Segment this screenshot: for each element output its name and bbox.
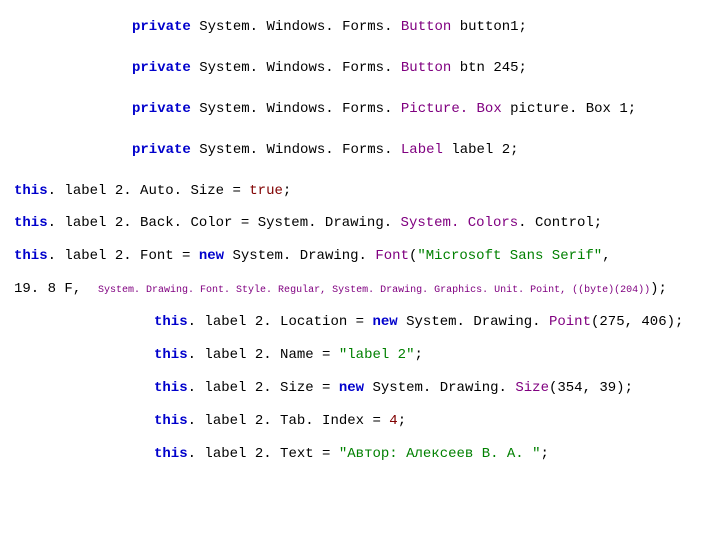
stmt-backcolor: this. label 2. Back. Color = System. Dra… (14, 214, 706, 233)
stmt-location: this. label 2. Location = new System. Dr… (14, 313, 706, 332)
stmt-font: this. label 2. Font = new System. Drawin… (14, 247, 706, 266)
label2-properties-1: this. label 2. Auto. Size = true; this. … (14, 182, 706, 300)
decl-picturebox1: private System. Windows. Forms. Picture.… (14, 100, 706, 119)
stmt-text: this. label 2. Text = "Автор: Алексеев В… (14, 445, 706, 464)
stmt-autosize: this. label 2. Auto. Size = true; (14, 182, 706, 201)
stmt-name: this. label 2. Name = "label 2"; (14, 346, 706, 365)
field-declarations: private System. Windows. Forms. Button b… (14, 18, 706, 160)
stmt-size: this. label 2. Size = new System. Drawin… (14, 379, 706, 398)
label2-properties-2: this. label 2. Location = new System. Dr… (14, 313, 706, 463)
stmt-font-cont: 19. 8 F, System. Drawing. Font. Style. R… (14, 280, 706, 299)
decl-button1: private System. Windows. Forms. Button b… (14, 18, 706, 37)
decl-label2: private System. Windows. Forms. Label la… (14, 141, 706, 160)
decl-btn245: private System. Windows. Forms. Button b… (14, 59, 706, 78)
stmt-tabindex: this. label 2. Tab. Index = 4; (14, 412, 706, 431)
